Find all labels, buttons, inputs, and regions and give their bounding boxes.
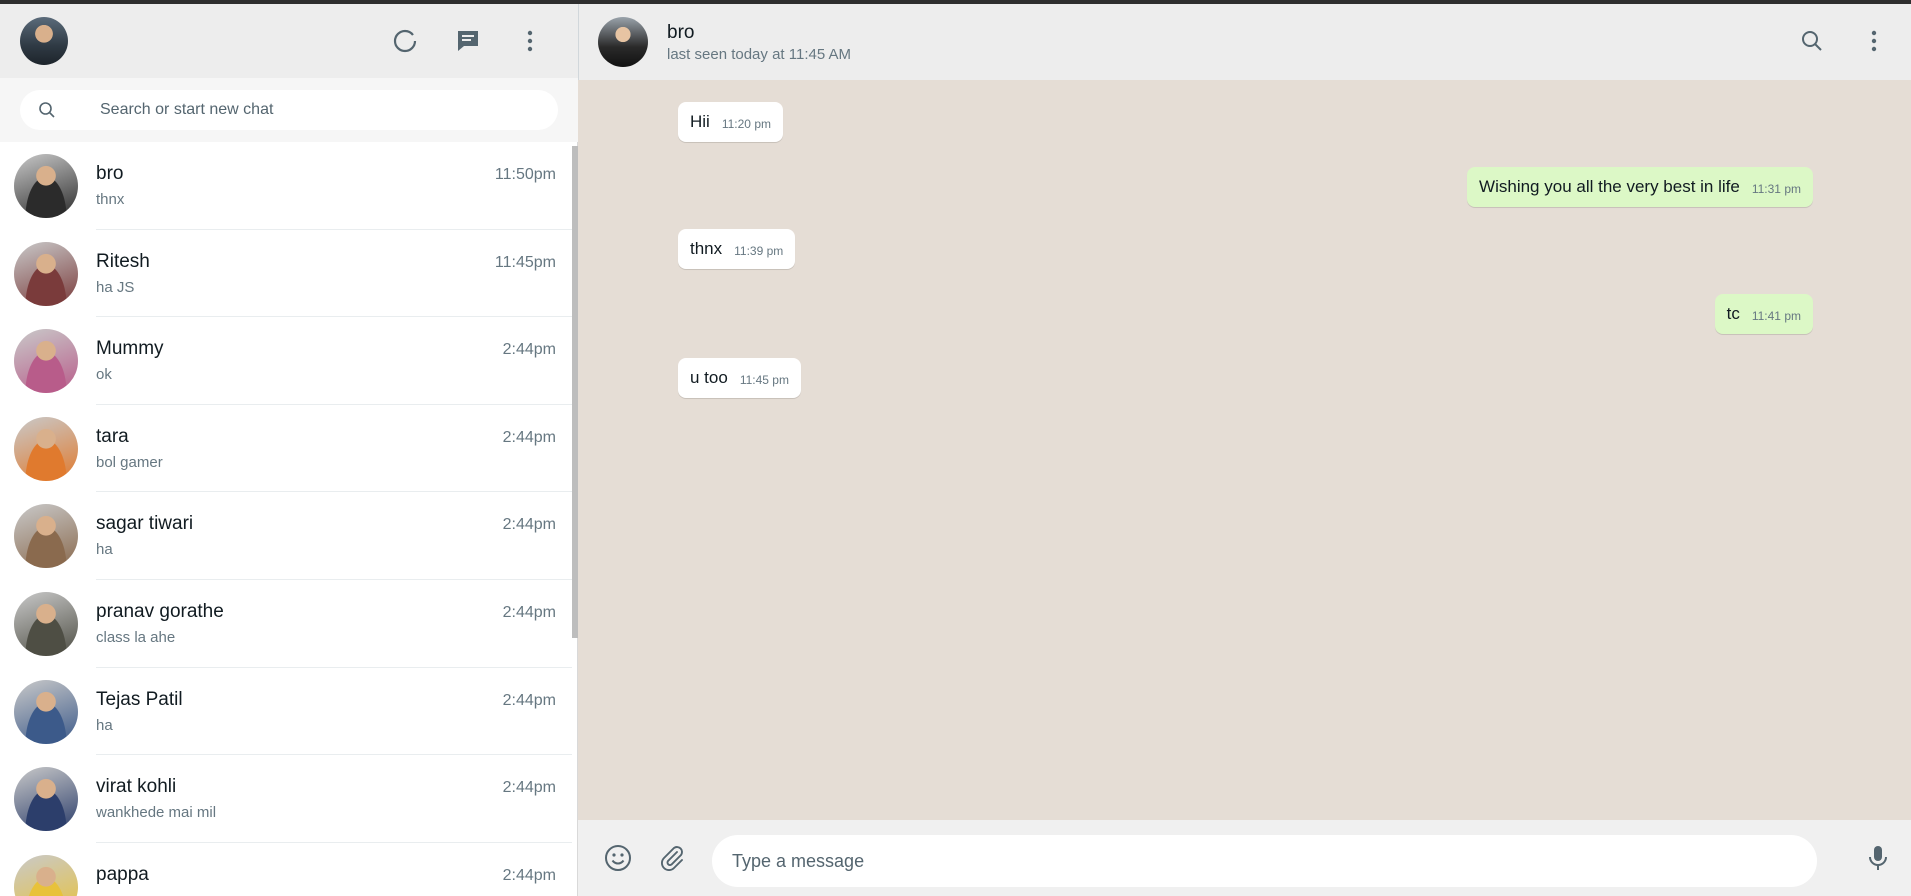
outgoing-message-bubble[interactable]: Wishing you all the very best in life 11:… (1467, 167, 1813, 207)
chat-list: bro thnx 11:50pm Ritesh ha JS 11:45pm Mummy ok 2… (0, 142, 572, 896)
chat-time: 2:44pm (502, 691, 556, 709)
incoming-message-bubble[interactable]: thnx 11:39 pm (678, 229, 796, 269)
chat-list-item[interactable]: bro thnx 11:50pm (0, 142, 572, 230)
my-profile-avatar[interactable] (20, 17, 68, 65)
chat-time: 11:45pm (494, 253, 556, 271)
chat-name: sagar tiwari (96, 513, 194, 535)
search-box[interactable] (20, 90, 558, 130)
menu-dots-icon (1871, 30, 1877, 52)
chat-last-message: ha (96, 541, 113, 559)
chat-list-item[interactable]: Ritesh ha JS 11:45pm (0, 230, 572, 318)
message-text: Hii (690, 112, 710, 131)
chat-avatar (14, 241, 78, 306)
chat-avatar (14, 854, 78, 896)
message-time: 11:31 pm (1751, 182, 1801, 196)
chat-list-item[interactable]: Mummy ok 2:44pm (0, 317, 572, 405)
chat-last-message: ha (96, 716, 113, 734)
menu-button[interactable] (515, 26, 545, 56)
contact-name: bro (667, 22, 695, 43)
message-text: thnx (690, 239, 723, 258)
message-area: Hii 11:20 pm Wishing you all the very best… (578, 80, 1911, 820)
emoji-icon (605, 845, 631, 871)
message-text: tc (1726, 304, 1740, 323)
attach-button[interactable] (656, 842, 688, 874)
search-icon (39, 102, 55, 118)
chat-last-message: ha JS (96, 278, 135, 296)
chat-time: 11:50pm (494, 166, 556, 183)
chat-list-item[interactable]: tara bol gamer 2:44pm (0, 405, 572, 493)
status-icon (393, 29, 417, 53)
chat-list-item[interactable]: pappa 2:44pm (0, 843, 572, 896)
message-time: 11:39 pm (734, 244, 784, 258)
search-input[interactable] (100, 90, 540, 130)
chat-list-item[interactable]: virat kohli wankhede mai mil 2:44pm (0, 755, 572, 843)
emoji-button[interactable] (602, 842, 634, 874)
sidebar: bro thnx 11:50pm Ritesh ha JS 11:45pm Mummy ok 2… (0, 4, 578, 896)
chat-list-item[interactable]: sagar tiwari ha 2:44pm (0, 492, 572, 580)
chat-last-message: bol gamer (96, 453, 163, 471)
chat-time: 2:44pm (502, 516, 556, 534)
search-icon (1802, 31, 1822, 51)
chat-name: bro (96, 163, 124, 184)
message-composer (578, 820, 1911, 896)
chat-avatar (14, 329, 78, 394)
chat-avatar (14, 416, 78, 481)
chat-last-message: ok (96, 366, 112, 384)
voice-message-button[interactable] (1862, 842, 1894, 874)
message-time: 11:20 pm (721, 117, 771, 131)
menu-dots-icon (527, 30, 533, 52)
chat-name: Mummy (96, 338, 164, 360)
chat-time: 2:44pm (502, 779, 556, 797)
incoming-message-bubble[interactable]: Hii 11:20 pm (678, 102, 783, 142)
chat-last-message: thnx (96, 191, 125, 208)
paperclip-icon (660, 846, 683, 871)
message-text: Wishing you all the very best in life (1479, 177, 1740, 196)
chat-avatar (14, 767, 78, 832)
contact-avatar[interactable] (598, 17, 648, 67)
message-input[interactable] (712, 835, 1817, 887)
microphone-icon (1869, 846, 1887, 870)
outgoing-message-bubble[interactable]: tc 11:41 pm (1714, 294, 1813, 334)
chat-time: 2:44pm (502, 603, 556, 621)
chat-name: virat kohli (96, 776, 177, 798)
chat-last-message: class la ahe (96, 628, 176, 646)
conversation-menu-button[interactable] (1859, 26, 1889, 56)
chat-list-item[interactable]: pranav gorathe class la ahe 2:44pm (0, 580, 572, 668)
chat-last-message: wankhede mai mil (96, 804, 217, 822)
incoming-message-bubble[interactable]: u too 11:45 pm (678, 358, 801, 398)
search-messages-button[interactable] (1797, 26, 1827, 56)
chat-time: 2:44pm (502, 341, 556, 359)
chat-name: pappa (96, 863, 149, 885)
chat-name: Tejas Patil (96, 688, 183, 710)
message-time: 11:41 pm (1751, 309, 1801, 323)
chat-list-item[interactable]: Tejas Patil ha 2:44pm (0, 668, 572, 756)
new-chat-button[interactable] (453, 26, 483, 56)
chat-avatar (14, 679, 78, 744)
contact-last-seen: last seen today at 11:45 AM (667, 46, 852, 63)
chat-avatar (14, 154, 78, 218)
chat-name: Ritesh (96, 250, 150, 272)
message-text: u too (690, 368, 728, 387)
chat-name: pranav gorathe (96, 600, 224, 622)
chat-time: 2:44pm (502, 428, 556, 446)
search-bar (0, 78, 578, 142)
chat-avatar (14, 504, 78, 569)
conversation-header[interactable]: bro last seen today at 11:45 AM (578, 4, 1911, 80)
conversation-pane: bro last seen today at 11:45 AM Hii 11:20… (578, 4, 1911, 896)
status-button[interactable] (390, 26, 420, 56)
new-chat-icon (458, 31, 478, 51)
message-time: 11:45 pm (739, 373, 789, 387)
sidebar-header (0, 4, 578, 78)
chat-time: 2:44pm (502, 866, 556, 884)
chat-name: tara (96, 425, 129, 447)
chat-avatar (14, 591, 78, 656)
